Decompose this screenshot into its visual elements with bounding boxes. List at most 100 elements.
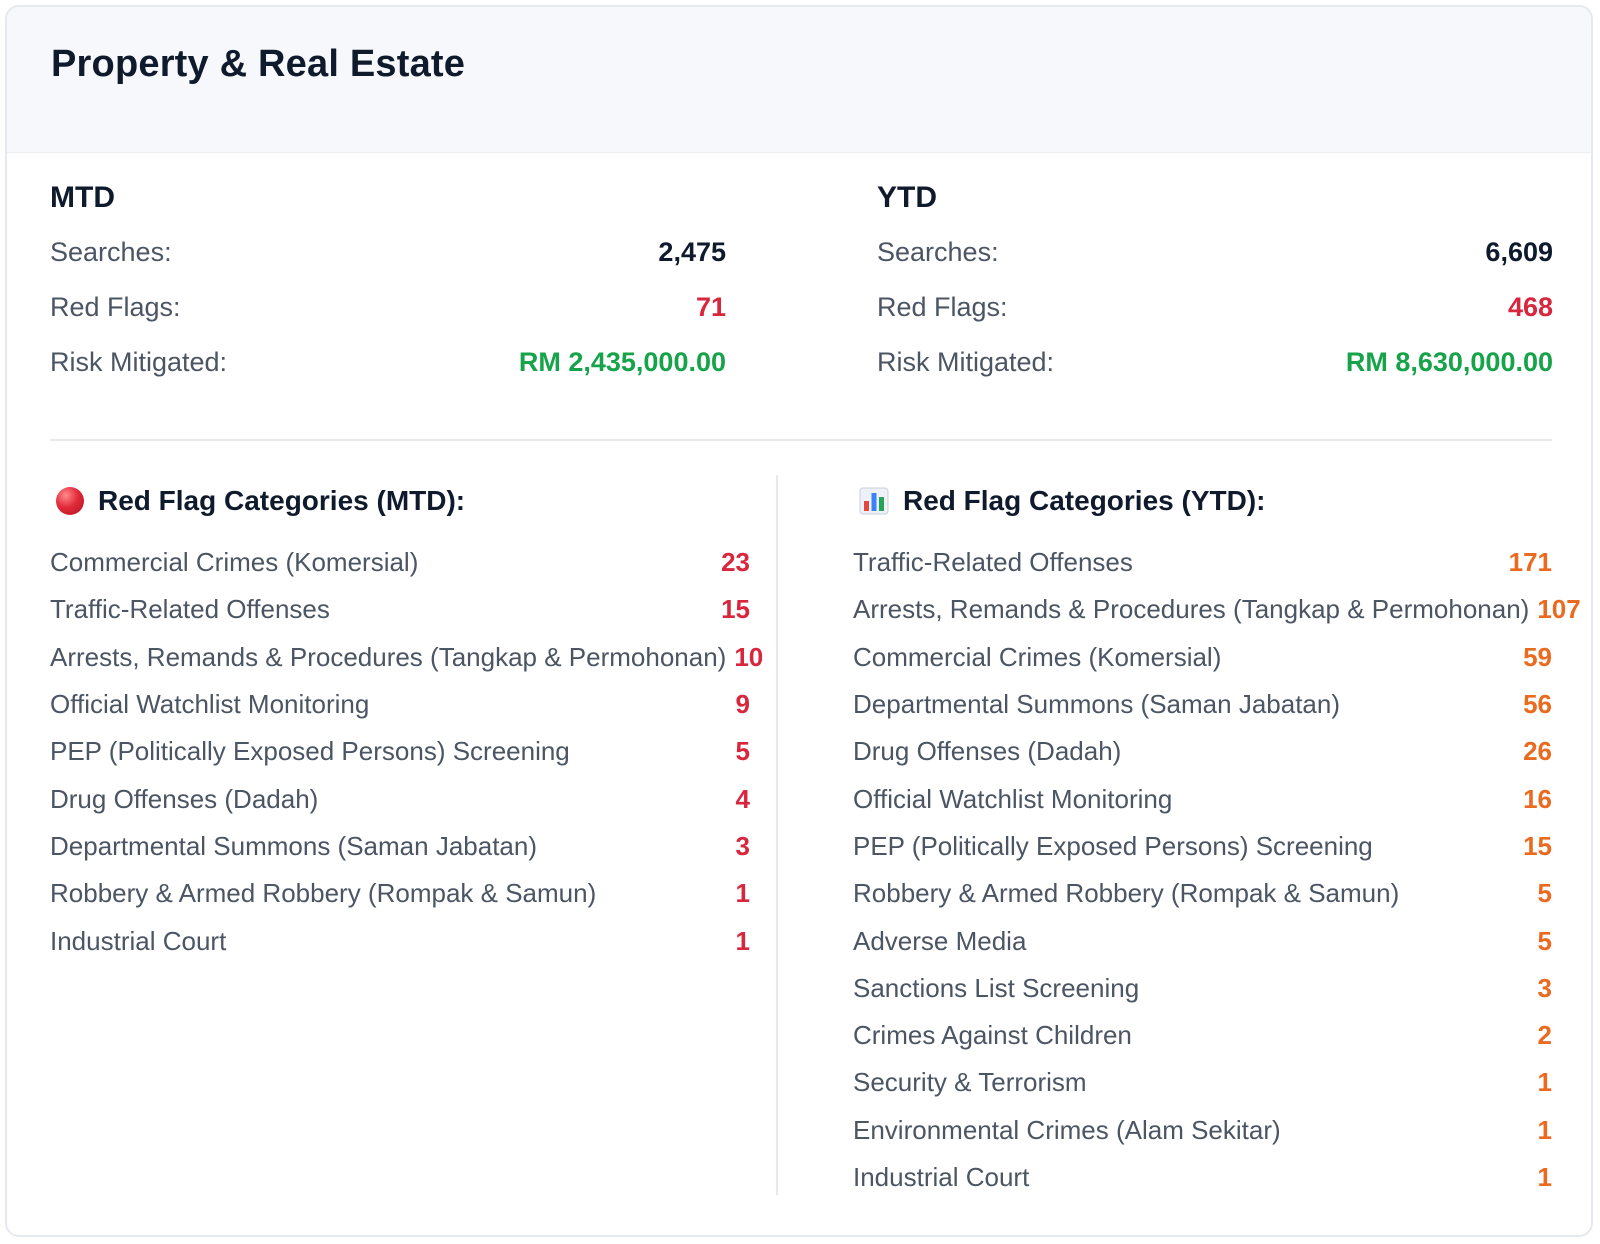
ytd-risk-mitigated-label: Risk Mitigated: xyxy=(877,347,1055,377)
ytd-categories-list: Traffic-Related Offenses 171 Arrests, Rema… xyxy=(853,539,1581,1201)
category-count: 59 xyxy=(1523,641,1552,672)
category-count: 107 xyxy=(1537,594,1581,625)
category-name: Industrial Court xyxy=(50,925,227,956)
ytd-red-flags-row: Red Flags: 468 xyxy=(877,280,1553,335)
category-name: Departmental Summons (Saman Jabatan) xyxy=(853,689,1341,720)
category-row: Drug Offenses (Dadah) 26 xyxy=(853,728,1552,775)
ytd-red-flags-label: Red Flags: xyxy=(877,292,1008,322)
category-name: Robbery & Armed Robbery (Rompak & Samun) xyxy=(50,878,597,909)
ytd-summary: YTD Searches: 6,609 Red Flags: 468 Risk … xyxy=(877,181,1553,390)
category-row: Environmental Crimes (Alam Sekitar) 1 xyxy=(853,1107,1552,1154)
category-name: Adverse Media xyxy=(853,925,1027,956)
category-name: Robbery & Armed Robbery (Rompak & Samun) xyxy=(853,878,1400,909)
mtd-red-flags-value: 71 xyxy=(695,292,726,322)
category-row: Official Watchlist Monitoring 16 xyxy=(853,775,1552,822)
category-name: Drug Offenses (Dadah) xyxy=(853,736,1122,767)
mtd-searches-value: 2,475 xyxy=(658,237,726,267)
bar-chart-icon xyxy=(859,487,889,515)
mtd-red-flags-row: Red Flags: 71 xyxy=(50,280,726,335)
ytd-categories-heading: Red Flag Categories (YTD): xyxy=(853,473,1552,529)
ytd-red-flags-value: 468 xyxy=(1507,292,1553,322)
category-name: Drug Offenses (Dadah) xyxy=(50,783,319,814)
category-name: Sanctions List Screening xyxy=(853,972,1140,1003)
category-count: 5 xyxy=(1537,878,1552,909)
mtd-categories-section: Red Flag Categories (MTD): Commercial Cr… xyxy=(50,473,763,965)
category-row: Arrests, Remands & Procedures (Tangkap &… xyxy=(50,634,763,681)
category-name: Crimes Against Children xyxy=(853,1020,1132,1051)
category-count: 1 xyxy=(1537,1162,1552,1192)
category-count: 9 xyxy=(735,689,750,720)
category-row: Robbery & Armed Robbery (Rompak & Samun)… xyxy=(853,870,1552,917)
category-count: 1 xyxy=(1537,1114,1552,1145)
mtd-risk-mitigated-label: Risk Mitigated: xyxy=(50,347,228,377)
category-name: Commercial Crimes (Komersial) xyxy=(50,547,419,578)
category-row: Crimes Against Children 2 xyxy=(853,1012,1552,1059)
mtd-red-flags-label: Red Flags: xyxy=(50,292,181,322)
category-row: Commercial Crimes (Komersial) 59 xyxy=(853,634,1552,681)
category-name: PEP (Politically Exposed Persons) Screen… xyxy=(853,830,1373,861)
category-row: Adverse Media 5 xyxy=(853,917,1552,964)
category-count: 1 xyxy=(735,878,750,909)
property-real-estate-card: Property & Real Estate MTD Searches: 2,4… xyxy=(5,5,1593,1237)
category-count: 56 xyxy=(1523,689,1552,720)
category-name: Traffic-Related Offenses xyxy=(50,594,330,625)
category-count: 23 xyxy=(721,547,750,578)
category-count: 1 xyxy=(735,925,750,956)
category-count: 15 xyxy=(721,594,750,625)
ytd-title: YTD xyxy=(877,181,937,214)
category-count: 16 xyxy=(1523,783,1552,814)
mtd-summary: MTD Searches: 2,475 Red Flags: 71 Risk M… xyxy=(50,181,726,390)
category-row: Traffic-Related Offenses 171 xyxy=(853,539,1552,586)
mtd-risk-mitigated-row: Risk Mitigated: RM 2,435,000.00 xyxy=(50,335,726,390)
column-divider xyxy=(776,475,778,1195)
ytd-searches-value: 6,609 xyxy=(1485,237,1553,267)
ytd-risk-mitigated-row: Risk Mitigated: RM 8,630,000.00 xyxy=(877,335,1553,390)
ytd-categories-section: Red Flag Categories (YTD): Traffic-Relat… xyxy=(853,473,1581,1201)
ytd-searches-label: Searches: xyxy=(877,237,999,267)
card-title: Property & Real Estate xyxy=(51,43,466,85)
mtd-searches-label: Searches: xyxy=(50,237,172,267)
category-count: 2 xyxy=(1537,1020,1552,1051)
mtd-searches-row: Searches: 2,475 xyxy=(50,225,726,280)
category-count: 3 xyxy=(1537,972,1552,1003)
mtd-categories-list: Commercial Crimes (Komersial) 23 Traffic-R… xyxy=(50,539,763,965)
category-row: Industrial Court 1 xyxy=(50,917,750,964)
mtd-categories-title: Red Flag Categories (MTD): xyxy=(98,485,466,516)
category-count: 26 xyxy=(1523,736,1552,767)
category-count: 10 xyxy=(734,641,764,672)
category-name: Traffic-Related Offenses xyxy=(853,547,1133,578)
category-row: Robbery & Armed Robbery (Rompak & Samun)… xyxy=(50,870,750,917)
category-count: 3 xyxy=(735,830,750,861)
category-row: PEP (Politically Exposed Persons) Screen… xyxy=(50,728,750,775)
category-row: Traffic-Related Offenses 15 xyxy=(50,586,750,633)
card-header: Property & Real Estate xyxy=(7,7,1591,153)
category-name: Departmental Summons (Saman Jabatan) xyxy=(50,830,538,861)
category-row: PEP (Politically Exposed Persons) Screen… xyxy=(853,823,1552,870)
category-row: Drug Offenses (Dadah) 4 xyxy=(50,775,750,822)
category-count: 5 xyxy=(1537,925,1552,956)
mtd-risk-mitigated-value: RM 2,435,000.00 xyxy=(518,347,726,377)
category-name: Official Watchlist Monitoring xyxy=(853,783,1173,814)
mtd-title: MTD xyxy=(50,181,115,214)
category-name: Arrests, Remands & Procedures (Tangkap &… xyxy=(853,594,1530,625)
category-row: Industrial Court 1 xyxy=(853,1154,1552,1201)
category-count: 5 xyxy=(735,736,750,767)
category-name: Environmental Crimes (Alam Sekitar) xyxy=(853,1114,1281,1145)
category-name: Official Watchlist Monitoring xyxy=(50,689,370,720)
category-row: Commercial Crimes (Komersial) 23 xyxy=(50,539,750,586)
category-count: 15 xyxy=(1523,830,1552,861)
ytd-risk-mitigated-value: RM 8,630,000.00 xyxy=(1345,347,1553,377)
category-name: Commercial Crimes (Komersial) xyxy=(853,641,1222,672)
category-count: 4 xyxy=(735,783,750,814)
category-row: Security & Terrorism 1 xyxy=(853,1059,1552,1106)
category-name: Arrests, Remands & Procedures (Tangkap &… xyxy=(50,641,727,672)
section-divider xyxy=(50,439,1552,441)
category-name: Security & Terrorism xyxy=(853,1067,1087,1098)
category-row: Arrests, Remands & Procedures (Tangkap &… xyxy=(853,586,1581,633)
category-count: 171 xyxy=(1508,547,1552,578)
category-count: 1 xyxy=(1537,1067,1552,1098)
category-row: Official Watchlist Monitoring 9 xyxy=(50,681,750,728)
category-row: Departmental Summons (Saman Jabatan) 3 xyxy=(50,823,750,870)
category-row: Departmental Summons (Saman Jabatan) 56 xyxy=(853,681,1552,728)
red-circle-icon xyxy=(56,487,84,515)
